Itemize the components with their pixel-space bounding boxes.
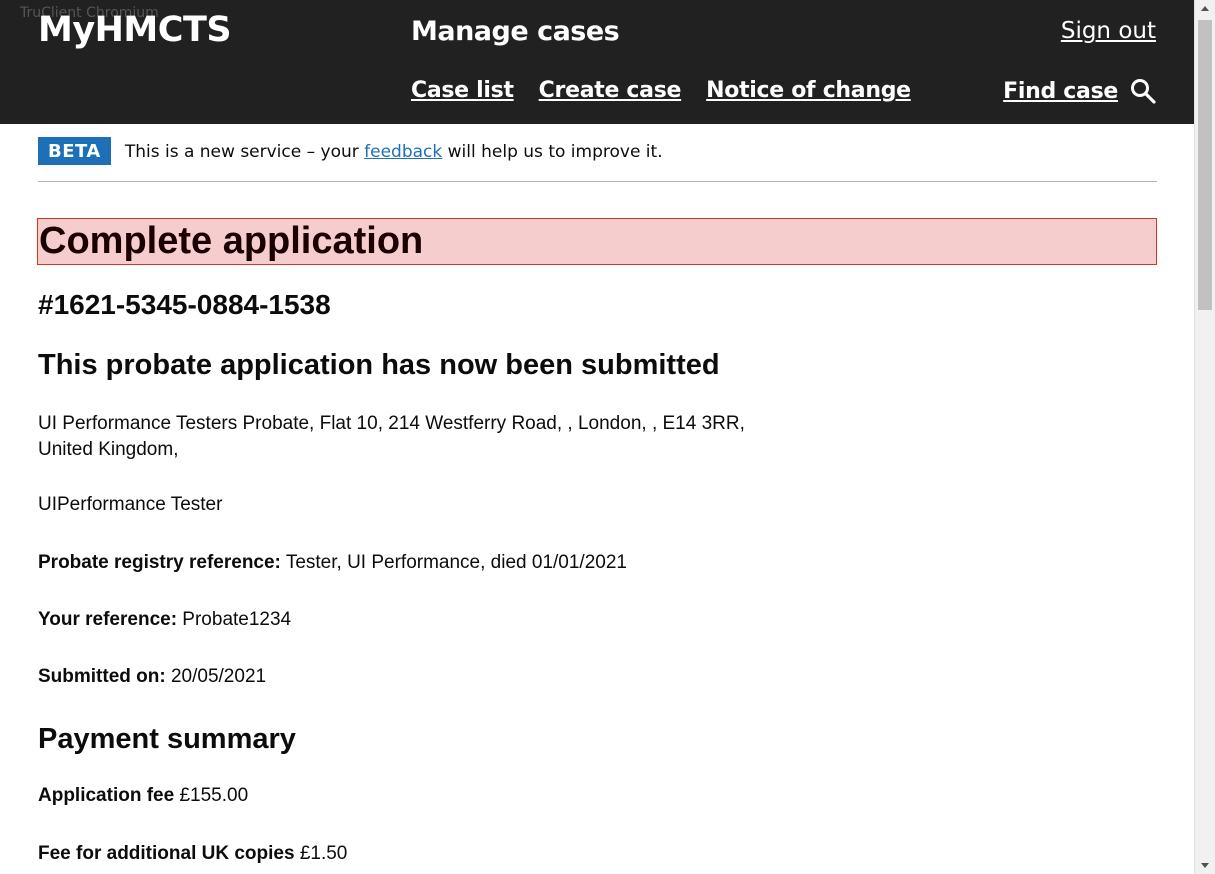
service-name[interactable]: Manage cases <box>411 16 620 47</box>
submitted-on: Submitted on: 20/05/2021 <box>38 666 266 688</box>
application-fee-label: Application fee <box>38 785 175 806</box>
myhmcts-logo[interactable]: MyHMCTS <box>38 10 232 50</box>
uk-copies-fee: Fee for additional UK copies £1.50 <box>38 843 347 865</box>
address-line-2: United Kingdom, <box>38 439 179 460</box>
page-scrollbar[interactable] <box>1194 0 1215 874</box>
address-line-1: UI Performance Testers Probate, Flat 10,… <box>38 413 745 434</box>
nav-notice-of-change[interactable]: Notice of change <box>706 78 911 103</box>
page-title: Complete application <box>37 218 1157 265</box>
site-header: TruClient Chromium MyHMCTS Manage cases … <box>0 0 1194 124</box>
banner-text-before: This is a new service – your <box>124 142 365 162</box>
beta-tag: BETA <box>38 137 111 165</box>
scrollbar-thumb[interactable] <box>1198 20 1212 310</box>
your-reference-label: Your reference: <box>38 609 178 630</box>
registry-reference-label: Probate registry reference: <box>38 552 281 573</box>
uk-copies-fee-label: Fee for additional UK copies <box>38 843 295 864</box>
feedback-link[interactable]: feedback <box>364 142 442 162</box>
application-fee: Application fee £155.00 <box>38 785 248 807</box>
find-case[interactable]: Find case <box>1003 78 1156 104</box>
registry-reference: Probate registry reference: Tester, UI P… <box>38 552 627 574</box>
nav-find-case[interactable]: Find case <box>1003 79 1118 104</box>
submitted-heading: This probate application has now been su… <box>38 349 720 381</box>
primary-nav: Case list Create case Notice of change <box>411 78 911 103</box>
search-icon[interactable] <box>1130 78 1156 104</box>
nav-case-list[interactable]: Case list <box>411 78 514 103</box>
application-fee-value: £155.00 <box>174 785 249 806</box>
your-reference-value: Probate1234 <box>177 609 292 630</box>
submitted-on-value: 20/05/2021 <box>165 666 267 687</box>
applicant-name: UIPerformance Tester <box>38 494 223 515</box>
uk-copies-fee-value: £1.50 <box>294 843 348 864</box>
submitted-on-label: Submitted on: <box>38 666 166 687</box>
case-number: #1621-5345-0884-1538 <box>38 289 331 320</box>
your-reference: Your reference: Probate1234 <box>38 609 291 631</box>
sign-out-link[interactable]: Sign out <box>1061 18 1156 44</box>
banner-text-after: will help us to improve it. <box>442 142 663 162</box>
payment-summary-heading: Payment summary <box>38 723 296 755</box>
registry-reference-value: Tester, UI Performance, died 01/01/2021 <box>280 552 627 573</box>
address: UI Performance Testers Probate, Flat 10,… <box>38 411 798 463</box>
scroll-down-arrow-icon[interactable] <box>1201 863 1209 868</box>
nav-create-case[interactable]: Create case <box>539 78 682 103</box>
phase-banner: BETA This is a new service – your feedba… <box>38 137 1157 182</box>
phase-banner-text: This is a new service – your feedback wi… <box>125 142 663 162</box>
scroll-up-arrow-icon[interactable] <box>1201 6 1209 11</box>
